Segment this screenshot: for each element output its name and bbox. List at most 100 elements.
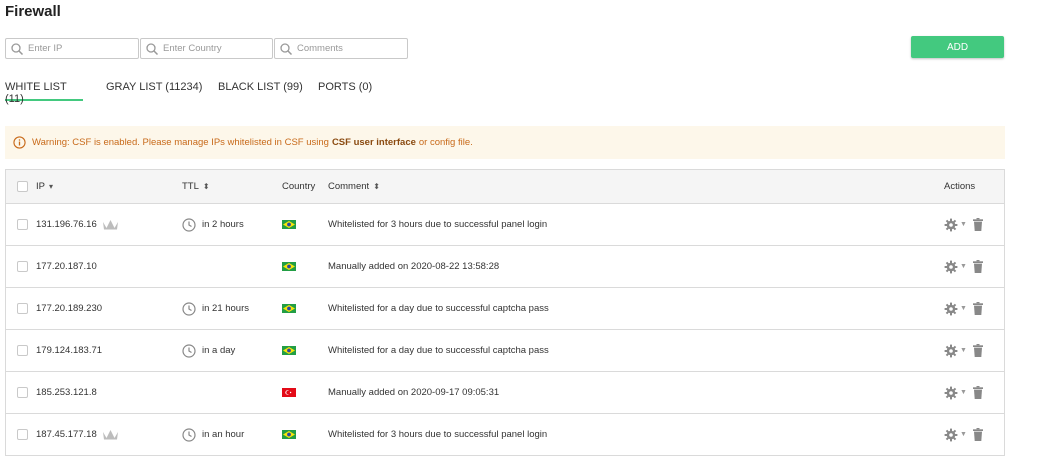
comment-column-header[interactable]: Comment ⬍: [328, 170, 380, 203]
row-checkbox[interactable]: [17, 386, 28, 398]
ttl-column-header[interactable]: TTL ⬍: [182, 170, 210, 203]
table-row: 177.20.189.230 in 21 hours Whitelisted for…: [6, 288, 1004, 330]
ip-filter-input[interactable]: [28, 40, 128, 57]
gear-icon[interactable]: [944, 386, 958, 400]
ip-address: 131.196.76.16: [36, 219, 97, 230]
trash-icon[interactable]: [972, 218, 983, 231]
actions-cell: ▼: [944, 288, 983, 329]
trash-icon[interactable]: [972, 428, 983, 441]
row-checkbox[interactable]: [17, 218, 28, 230]
ip-address: 177.20.187.10: [36, 261, 97, 272]
comment-cell: Whitelisted for 3 hours due to successfu…: [328, 414, 547, 455]
country-filter-input[interactable]: [163, 40, 263, 57]
trash-icon[interactable]: [972, 302, 983, 315]
csf-user-interface-link[interactable]: CSF user interface: [332, 137, 416, 148]
csf-warning-banner: Warning: CSF is enabled. Please manage I…: [5, 126, 1005, 159]
country-cell: [282, 288, 296, 329]
clock-icon: [182, 427, 196, 442]
comment-text: Whitelisted for 3 hours due to successfu…: [328, 429, 548, 440]
comments-filter[interactable]: [274, 38, 408, 59]
warning-text-end: or config file.: [418, 137, 473, 148]
ip-column-label: IP: [36, 181, 45, 192]
ip-filter[interactable]: [5, 38, 139, 59]
actions-cell: ▼: [944, 204, 983, 245]
trash-icon[interactable]: [972, 386, 983, 399]
row-checkbox[interactable]: [17, 428, 28, 440]
brazil-flag-icon: [282, 220, 296, 229]
chevron-down-icon[interactable]: ▼: [960, 347, 967, 354]
comments-filter-input[interactable]: [297, 40, 397, 57]
row-checkbox[interactable]: [17, 302, 28, 314]
trash-icon[interactable]: [972, 260, 983, 273]
chevron-down-icon[interactable]: ▼: [960, 389, 967, 396]
country-column-label: Country: [282, 181, 316, 192]
whitelist-table: IP ▾ TTL ⬍ Country Comment ⬍ Actions 131…: [5, 169, 1005, 456]
tab-black-list[interactable]: BLACK LIST (99): [218, 81, 303, 101]
actions-cell: ▼: [944, 372, 983, 413]
chevron-down-icon[interactable]: ▼: [960, 431, 967, 438]
ip-cell: 177.20.187.10: [36, 246, 97, 287]
chevron-down-icon[interactable]: ▼: [960, 221, 967, 228]
gear-icon[interactable]: [944, 260, 958, 274]
row-checkbox[interactable]: [17, 260, 28, 272]
clock-icon: [182, 343, 196, 358]
comment-cell: Manually added on 2020-08-22 13:58:28: [328, 246, 499, 287]
country-cell: [282, 204, 296, 245]
actions-column-label: Actions: [944, 181, 976, 192]
table-header: IP ▾ TTL ⬍ Country Comment ⬍ Actions: [6, 170, 1004, 204]
ip-address: 179.124.183.71: [36, 345, 103, 356]
tab-ports[interactable]: PORTS (0): [318, 81, 372, 101]
trash-icon[interactable]: [972, 344, 983, 357]
comment-cell: Manually added on 2020-09-17 09:05:31: [328, 372, 499, 413]
comment-cell: Whitelisted for a day due to successful …: [328, 330, 549, 371]
country-cell: [282, 372, 296, 413]
comment-text: Manually added on 2020-08-22 13:58:28: [328, 261, 500, 272]
table-row: 185.253.121.8 Manually added on 2020-09-1…: [6, 372, 1004, 414]
comment-cell: Whitelisted for 3 hours due to successfu…: [328, 204, 547, 245]
warning-text: Warning: CSF is enabled. Please manage I…: [32, 137, 329, 148]
ip-cell: 179.124.183.71: [36, 330, 102, 371]
country-filter[interactable]: [140, 38, 273, 59]
tab-white-list[interactable]: WHITE LIST (11): [5, 81, 83, 105]
crown-icon: [102, 430, 118, 440]
add-button[interactable]: ADD: [911, 36, 1004, 58]
brazil-flag-icon: [282, 262, 296, 271]
actions-column-header: Actions: [944, 170, 975, 203]
ip-address: 177.20.189.230: [36, 303, 103, 314]
table-row: 177.20.187.10 Manually added on 2020-08-2…: [6, 246, 1004, 288]
ip-address: 187.45.177.18: [36, 429, 97, 440]
chevron-down-icon[interactable]: ▼: [960, 305, 967, 312]
ttl-cell: in 2 hours: [182, 204, 244, 245]
ttl-value: in 2 hours: [202, 219, 244, 230]
ttl-cell: in 21 hours: [182, 288, 249, 329]
ttl-value: in a day: [202, 345, 236, 356]
ttl-cell: in an hour: [182, 414, 244, 455]
brazil-flag-icon: [282, 430, 296, 439]
gear-icon[interactable]: [944, 218, 958, 232]
gear-icon[interactable]: [944, 302, 958, 316]
ttl-value: in an hour: [202, 429, 245, 440]
gear-icon[interactable]: [944, 344, 958, 358]
page-title: Firewall: [5, 3, 61, 20]
sort-icon: ⬍: [202, 182, 210, 191]
row-checkbox[interactable]: [17, 344, 28, 356]
ip-cell: 187.45.177.18: [36, 414, 119, 455]
table-row: 187.45.177.18 in an hour Whitelisted for 3…: [6, 414, 1004, 456]
select-all-checkbox[interactable]: [17, 180, 28, 192]
table-row: 179.124.183.71 in a day Whitelisted for a …: [6, 330, 1004, 372]
tab-gray-list[interactable]: GRAY LIST (11234): [106, 81, 202, 101]
ttl-value: in 21 hours: [202, 303, 250, 314]
actions-cell: ▼: [944, 414, 983, 455]
ip-column-header[interactable]: IP ▾: [36, 170, 53, 203]
gear-icon[interactable]: [944, 428, 958, 442]
ip-cell: 131.196.76.16: [36, 204, 119, 245]
ip-cell: 185.253.121.8: [36, 372, 97, 413]
clock-icon: [182, 217, 196, 232]
comment-text: Whitelisted for 3 hours due to successfu…: [328, 219, 548, 230]
comment-text: Whitelisted for a day due to successful …: [328, 303, 549, 314]
search-icon: [146, 42, 159, 55]
ip-cell: 177.20.189.230: [36, 288, 102, 329]
comment-text: Manually added on 2020-09-17 09:05:31: [328, 387, 500, 398]
info-circle-icon: [13, 136, 26, 149]
chevron-down-icon[interactable]: ▼: [960, 263, 967, 270]
